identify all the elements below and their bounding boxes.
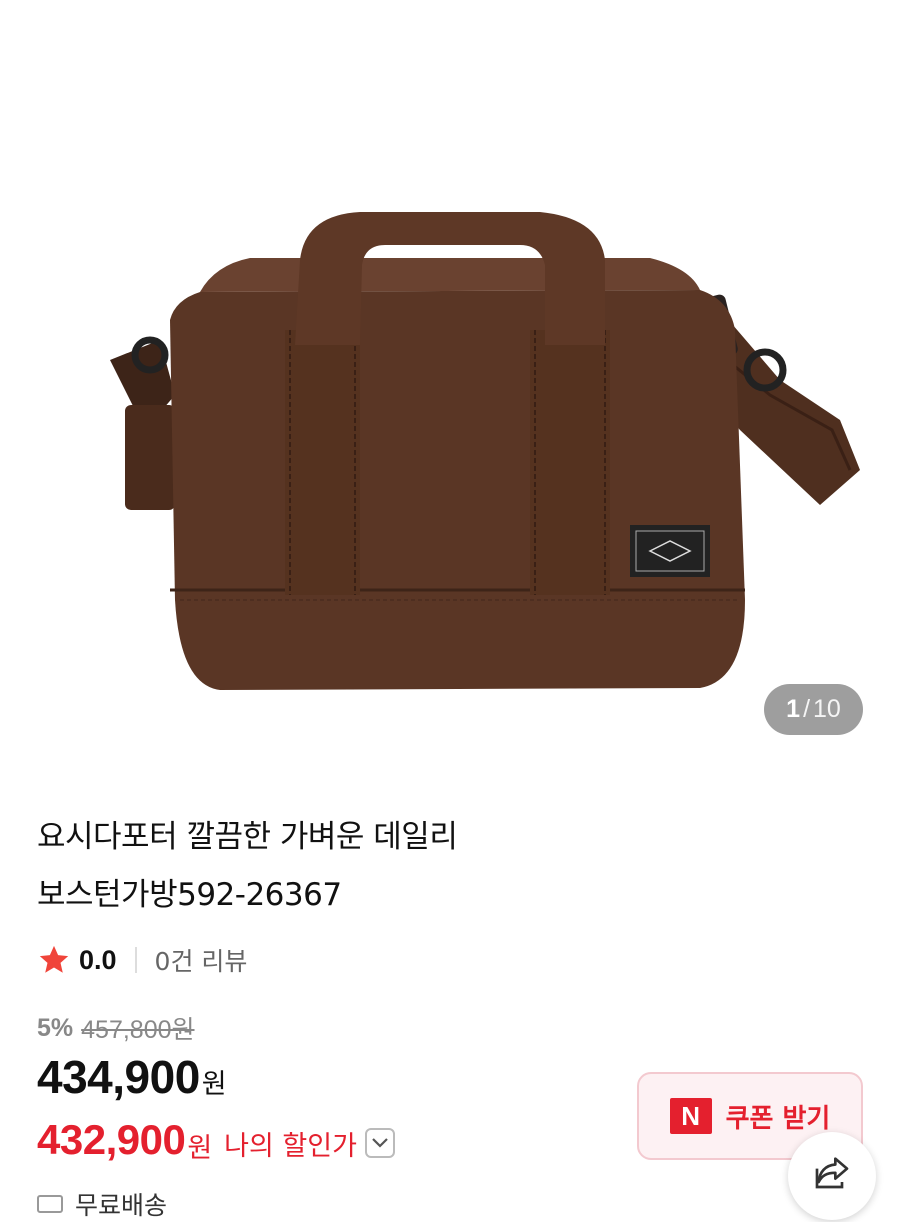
- my-price-row[interactable]: 432,900 원 나의 할인가: [37, 1112, 395, 1168]
- coupon-button-label: 쿠폰 받기: [725, 1103, 831, 1134]
- share-button[interactable]: [788, 1132, 876, 1220]
- product-title-line-2: 보스턴가방592-26367: [37, 877, 342, 913]
- delivery-row: 무료배송: [37, 1186, 167, 1222]
- share-icon: [815, 1157, 849, 1189]
- rating-row[interactable]: 0.0 0건 리뷰: [37, 940, 247, 980]
- image-counter: 1 / 10: [764, 684, 863, 735]
- truck-icon: [37, 1195, 63, 1213]
- original-price: 457,800원: [81, 1016, 195, 1044]
- review-count-link[interactable]: 0건 리뷰: [155, 942, 248, 978]
- delivery-label: 무료배송: [75, 1191, 168, 1220]
- image-counter-separator: /: [803, 695, 811, 723]
- my-discount-currency: 원: [187, 1132, 213, 1164]
- discount-row: 5% 457,800원: [37, 1008, 195, 1048]
- star-icon: [39, 945, 69, 973]
- image-counter-total: 10: [813, 695, 841, 723]
- discount-rate: 5%: [37, 1013, 74, 1042]
- my-discount-label: 나의 할인가: [224, 1130, 357, 1162]
- rating-score: 0.0: [79, 944, 117, 975]
- image-counter-current: 1: [786, 695, 801, 723]
- product-title: 요시다포터 깔끔한 가벼운 데일리 보스턴가방592-26367: [37, 808, 597, 924]
- sale-price-currency: 원: [201, 1069, 227, 1100]
- product-image: [110, 212, 860, 690]
- chevron-down-glyph: [372, 1138, 388, 1148]
- price-row: 434,900 원: [37, 1050, 227, 1104]
- chevron-down-icon[interactable]: [364, 1128, 395, 1158]
- sale-price: 434,900: [37, 1051, 200, 1103]
- n-logo-icon: N: [669, 1098, 712, 1134]
- product-image-gallery[interactable]: 1 / 10: [0, 0, 900, 770]
- product-title-line-1: 요시다포터 깔끔한 가벼운 데일리: [37, 819, 458, 855]
- rating-divider: [134, 947, 137, 973]
- my-discount-price: 432,900: [37, 1116, 186, 1163]
